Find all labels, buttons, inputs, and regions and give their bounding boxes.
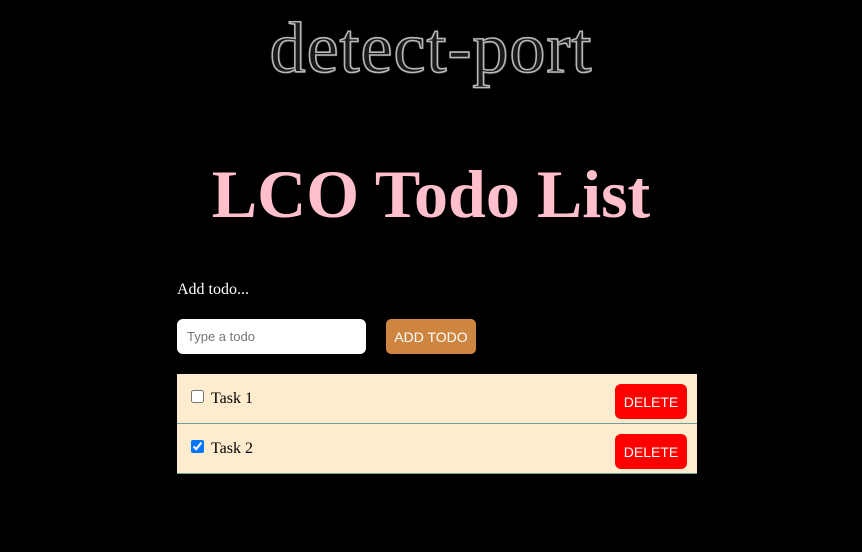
add-todo-button[interactable]: ADD TODO [386,319,476,354]
todo-checkbox[interactable] [191,440,204,453]
todo-text: Task 1 [211,390,253,407]
todo-item: Task 2 DELETE [177,424,697,474]
detect-port-logo: detect-port [269,7,593,89]
delete-button[interactable]: DELETE [615,434,687,469]
todo-checkbox[interactable] [191,390,204,403]
page-title: LCO Todo List [211,156,651,232]
todo-list: Task 1 DELETE Task 2 DELETE [177,374,697,474]
todo-input[interactable] [177,319,366,354]
todo-text: Task 2 [211,440,253,457]
delete-button[interactable]: DELETE [615,384,687,419]
add-todo-label: Add todo... [177,281,249,298]
todo-item: Task 1 DELETE [177,374,697,424]
